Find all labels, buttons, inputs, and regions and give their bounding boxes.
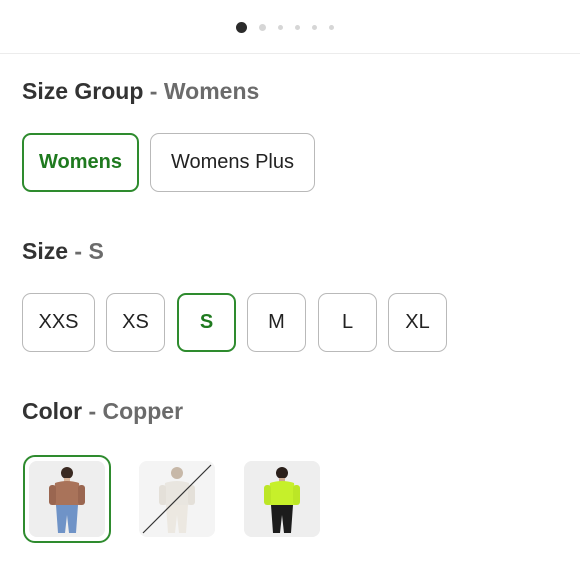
- size-group-option-womens-plus[interactable]: Womens Plus: [150, 133, 315, 192]
- carousel-pagination: [236, 22, 346, 33]
- color-swatch-white-unavailable[interactable]: [133, 455, 221, 543]
- size-group-label: Size Group: [22, 78, 144, 104]
- carousel-dot-4[interactable]: [295, 25, 300, 30]
- carousel-dot-3[interactable]: [278, 25, 283, 30]
- size-option-xxs[interactable]: XXS: [22, 293, 95, 352]
- white-model-thumbnail: [139, 461, 215, 537]
- size-option-l[interactable]: L: [318, 293, 377, 352]
- size-group-selected-value: Womens: [163, 78, 260, 104]
- carousel-dot-6[interactable]: [329, 25, 334, 30]
- model-figure-copper-icon: [29, 461, 105, 537]
- carousel-dot-5[interactable]: [312, 25, 317, 30]
- lime-model-thumbnail: [244, 461, 320, 537]
- color-heading: Color - Copper: [22, 398, 183, 425]
- model-figure-white-icon: [139, 461, 215, 537]
- model-figure-lime-icon: [244, 461, 320, 537]
- color-separator: -: [88, 398, 97, 424]
- size-option-m[interactable]: M: [247, 293, 306, 352]
- size-group-option-womens[interactable]: Womens: [22, 133, 139, 192]
- size-group-separator: -: [149, 78, 158, 104]
- color-swatch-lime[interactable]: [238, 455, 326, 543]
- size-selected-value: S: [88, 238, 104, 264]
- size-option-xs[interactable]: XS: [106, 293, 165, 352]
- size-group-heading: Size Group - Womens: [22, 78, 259, 105]
- color-label: Color: [22, 398, 83, 424]
- color-swatch-copper[interactable]: [23, 455, 111, 543]
- size-separator: -: [74, 238, 83, 264]
- copper-model-thumbnail: [29, 461, 105, 537]
- carousel-dot-1[interactable]: [236, 22, 247, 33]
- size-option-xl[interactable]: XL: [388, 293, 447, 352]
- image-carousel-footer: [0, 0, 580, 54]
- color-selected-value: Copper: [102, 398, 184, 424]
- size-heading: Size - S: [22, 238, 104, 265]
- size-option-s[interactable]: S: [177, 293, 236, 352]
- size-label: Size: [22, 238, 69, 264]
- carousel-dot-2[interactable]: [259, 24, 266, 31]
